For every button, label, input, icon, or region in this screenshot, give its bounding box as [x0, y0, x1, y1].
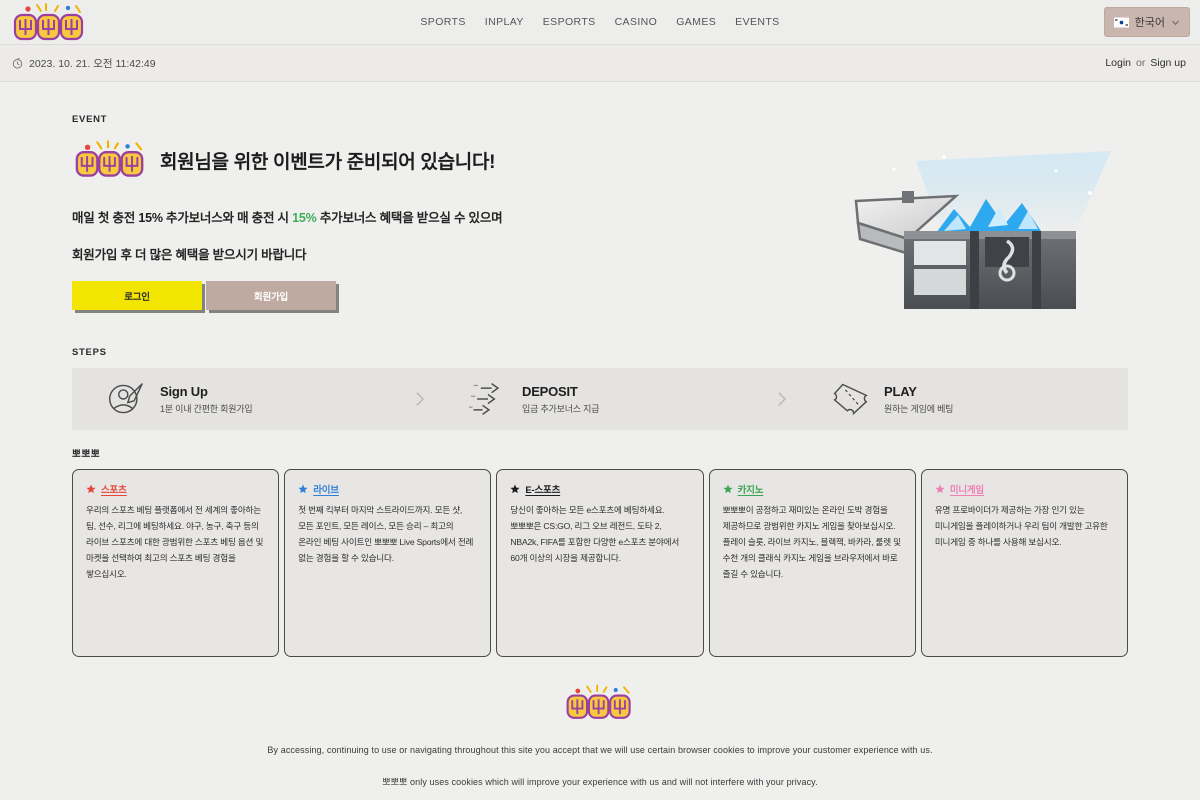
footer-cookie-notice-2: 뽀뽀뽀 only uses cookies which will improve…	[382, 777, 818, 787]
card-body: 당신이 좋아하는 모든 e스포츠에 베팅하세요. 뽀뽀뽀은 CS:GO, 리그 …	[510, 505, 680, 563]
chevron-down-icon	[1172, 20, 1179, 25]
star-icon	[298, 484, 308, 494]
hero-login-button[interactable]: 로그인	[72, 281, 202, 310]
language-selector[interactable]: 한국어	[1103, 7, 1190, 37]
card-header: E-스포츠	[510, 482, 689, 496]
step-play[interactable]: PLAY 원하는 게임에 베팅	[796, 380, 1128, 418]
current-datetime: 2023. 10. 21. 오전 11:42:49	[29, 57, 156, 70]
star-icon	[86, 484, 96, 494]
card-title: 라이브	[313, 485, 339, 496]
card-header: 라이브	[298, 482, 477, 496]
login-link[interactable]: Login	[1105, 57, 1131, 69]
bonus-text-b: 추가보너스와 매 충전 시	[166, 211, 289, 225]
card-body: 유명 프로바이더가 제공하는 가장 인기 있는 미니게임을 플레이하거나 우리 …	[934, 505, 1108, 547]
event-bonus-line: 매일 첫 충전 15% 추가보너스와 매 충전 시 15% 추가보너스 혜택을 …	[72, 207, 1128, 226]
nav-item-games[interactable]: GAMES	[676, 16, 716, 28]
main-content: EVENT 회원님을 위한 이벤트가 준비되어 있습니다! 매일 첫 충전 15…	[0, 82, 1200, 800]
card-body: 뽀뽀뽀이 공정하고 재미있는 온라인 도박 경험을 제공하므로 광범위한 카지노…	[722, 505, 901, 579]
kr-flag-icon	[1113, 17, 1129, 27]
site-footer: By accessing, continuing to use or navig…	[72, 683, 1128, 800]
card-title: 미니게임	[949, 485, 984, 496]
step-description: 1분 이내 간편한 회원가입	[160, 403, 253, 414]
star-icon	[723, 484, 733, 494]
feature-card-casino[interactable]: 카지노 뽀뽀뽀이 공정하고 재미있는 온라인 도박 경험을 제공하므로 광범위한…	[708, 469, 916, 657]
card-title: 카지노	[737, 485, 764, 496]
step-separator-2	[766, 391, 796, 407]
brand-logo-icon	[75, 140, 144, 177]
card-title: E-스포츠	[525, 485, 561, 496]
top-header: SPORTS INPLAY ESPORTS CASINO GAMES EVENT…	[0, 0, 1200, 45]
step-deposit-texts: DEPOSIT 입금 추가보너스 지급	[522, 383, 600, 415]
main-navigation: SPORTS INPLAY ESPORTS CASINO GAMES EVENT…	[0, 16, 1200, 28]
step-deposit[interactable]: DEPOSIT 입금 추가보너스 지급	[434, 380, 766, 418]
nav-item-casino[interactable]: CASINO	[615, 16, 658, 28]
event-hero: 회원님을 위한 이벤트가 준비되어 있습니다! 매일 첫 충전 15% 추가보너…	[72, 139, 1128, 329]
bonus-percent-first: 15%	[138, 211, 163, 225]
hero-signup-button[interactable]: 회원가입	[206, 281, 336, 310]
card-body: 우리의 스포츠 베팅 플랫폼에서 전 세계의 좋아하는 팀, 선수, 리그에 베…	[86, 505, 264, 579]
card-body: 첫 번째 킥부터 마지막 스트라이드까지. 모든 샷, 모든 포인트, 모든 레…	[298, 505, 474, 563]
footer-cookie-notice-1: By accessing, continuing to use or navig…	[267, 745, 933, 755]
steps-bar: Sign Up 1분 이내 간편한 회원가입 DEPOSIT 입금 추가보너스 …	[72, 368, 1128, 430]
step-description: 입금 추가보너스 지급	[522, 403, 600, 414]
bonus-percent-second: 15%	[292, 211, 317, 225]
user-signup-icon	[108, 383, 143, 414]
status-strip: 2023. 10. 21. 오전 11:42:49 Login or Sign …	[0, 45, 1200, 82]
auth-links: Login or Sign up	[1105, 57, 1186, 69]
star-icon	[935, 484, 945, 494]
bonus-text-c: 추가보너스 혜택을 받으실 수 있으며	[319, 211, 503, 225]
step-sign-up[interactable]: Sign Up 1분 이내 간편한 회원가입	[72, 380, 404, 418]
card-header: 카지노	[723, 482, 902, 496]
step-separator-1	[404, 391, 434, 407]
event-hero-text: 회원님을 위한 이벤트가 준비되어 있습니다! 매일 첫 충전 15% 추가보너…	[72, 139, 1128, 310]
step-title: PLAY	[884, 383, 917, 399]
card-title: 스포츠	[101, 485, 127, 496]
bonus-text-a: 매일 첫 충전	[72, 211, 136, 225]
step-description: 원하는 게임에 베팅	[884, 403, 954, 414]
clock-icon	[12, 57, 23, 68]
steps-section-label: STEPS	[72, 347, 107, 358]
step-title: DEPOSIT	[522, 383, 578, 399]
event-title: 회원님을 위한 이벤트가 준비되어 있습니다!	[160, 151, 496, 173]
feature-cards: 스포츠 우리의 스포츠 베팅 플랫폼에서 전 세계의 좋아하는 팀, 선수, 리…	[72, 469, 1129, 657]
signup-link[interactable]: Sign up	[1150, 57, 1186, 69]
step-title: Sign Up	[160, 383, 208, 399]
event-section-label: EVENT	[72, 114, 108, 125]
page-root: SPORTS INPLAY ESPORTS CASINO GAMES EVENT…	[0, 0, 1200, 800]
card-header: 미니게임	[935, 482, 1114, 496]
feature-card-live[interactable]: 라이브 첫 번째 킥부터 마지막 스트라이드까지. 모든 샷, 모든 포인트, …	[284, 469, 492, 657]
chevron-right-icon	[415, 392, 424, 406]
nav-item-sports[interactable]: SPORTS	[420, 16, 465, 28]
features-section-label: 뽀뽀뽀	[72, 449, 101, 460]
event-cta-group: 로그인 회원가입	[72, 281, 1128, 310]
step-sign-up-texts: Sign Up 1분 이내 간편한 회원가입	[160, 384, 253, 415]
nav-item-events[interactable]: EVENTS	[735, 16, 779, 28]
feature-card-minigame[interactable]: 미니게임 유명 프로바이더가 제공하는 가장 인기 있는 미니게임을 플레이하거…	[920, 469, 1129, 657]
datetime-group: 2023. 10. 21. 오전 11:42:49	[12, 56, 156, 71]
event-signup-line: 회원가입 후 더 많은 혜택을 받으시기 바랍니다	[72, 248, 307, 262]
chevron-right-icon	[777, 392, 786, 406]
footer-brand-logo-icon	[566, 684, 631, 719]
card-header: 스포츠	[86, 482, 265, 496]
event-title-row: 회원님을 위한 이벤트가 준비되어 있습니다!	[72, 139, 1128, 181]
feature-card-sports[interactable]: 스포츠 우리의 스포츠 베팅 플랫폼에서 전 세계의 좋아하는 팀, 선수, 리…	[72, 469, 280, 657]
star-icon	[510, 484, 520, 494]
language-label: 한국어	[1134, 17, 1165, 29]
auth-separator: or	[1136, 57, 1146, 69]
nav-item-esports[interactable]: ESPORTS	[543, 16, 596, 28]
nav-item-inplay[interactable]: INPLAY	[485, 16, 524, 28]
step-play-texts: PLAY 원하는 게임에 베팅	[884, 384, 953, 415]
deposit-arrows-icon	[469, 383, 500, 415]
feature-card-esports[interactable]: E-스포츠 당신이 좋아하는 모든 e스포츠에 베팅하세요. 뽀뽀뽀은 CS:G…	[496, 469, 704, 657]
ticket-icon	[833, 383, 868, 416]
